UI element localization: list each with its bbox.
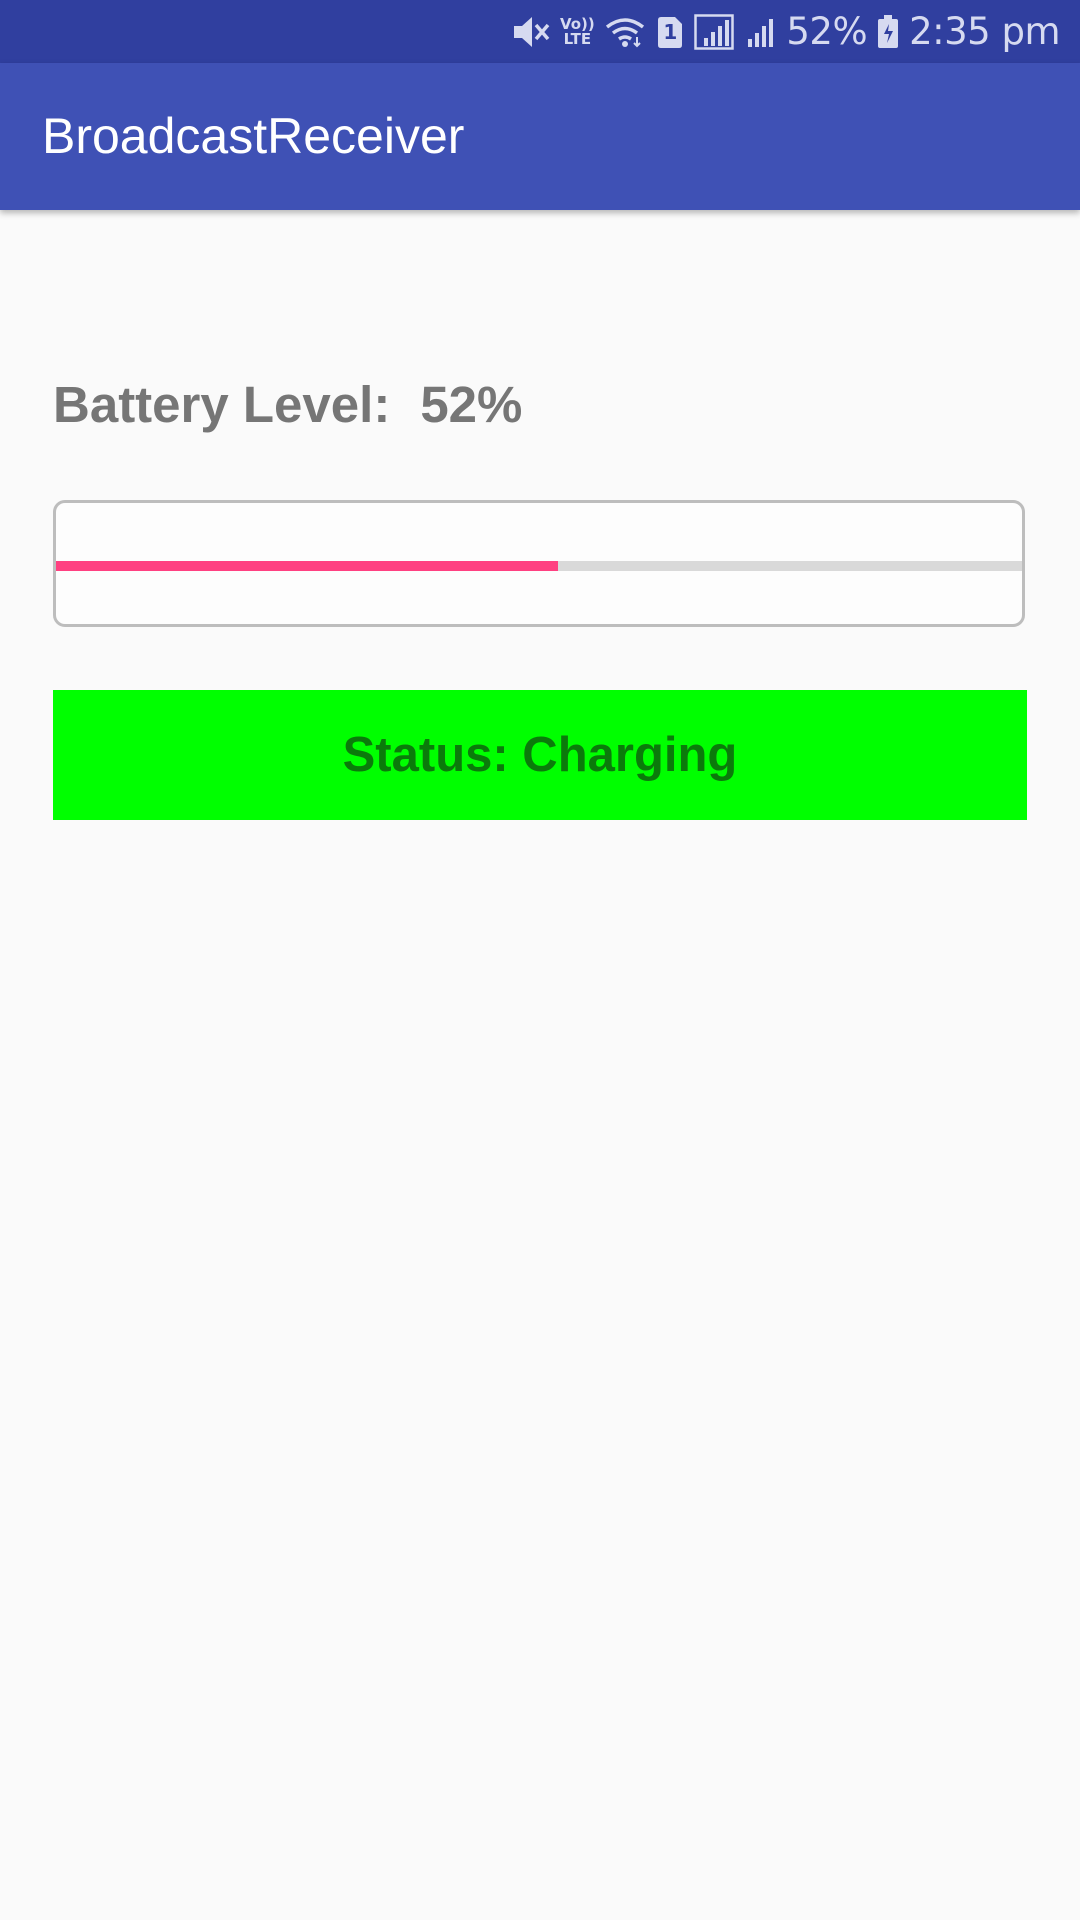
battery-level-label: Battery Level:: [53, 376, 391, 433]
battery-level-row: Battery Level: 52%: [53, 375, 522, 434]
status-bar: Vo)) LTE 1 52% 2:35 pm: [0, 0, 1080, 63]
app-bar: BroadcastReceiver: [0, 63, 1080, 210]
clock: 2:35 pm: [909, 10, 1060, 53]
battery-level-value: 52%: [420, 376, 523, 433]
volte-bottom-label: LTE: [563, 29, 592, 48]
wifi-icon: [604, 12, 646, 52]
battery-percent-text: 52%: [786, 10, 868, 53]
signal-icon: [744, 12, 776, 52]
battery-progress-track: [56, 561, 1022, 571]
battery-progress-box: [53, 500, 1025, 627]
battery-progress-fill: [56, 561, 559, 571]
sim-1-icon: 1: [656, 12, 684, 52]
mute-icon: [512, 12, 550, 52]
charging-status-text: Status: Charging: [342, 728, 738, 782]
volte-icon: Vo)) LTE: [560, 12, 595, 52]
status-icons: Vo)) LTE 1 52% 2:35 pm: [512, 0, 1060, 63]
battery-charging-icon: [877, 12, 899, 52]
charging-status-button[interactable]: Status: Charging: [53, 690, 1027, 820]
app-title: BroadcastReceiver: [42, 108, 465, 164]
signal-roaming-icon: [694, 12, 735, 52]
sim-badge-label: 1: [663, 19, 678, 44]
